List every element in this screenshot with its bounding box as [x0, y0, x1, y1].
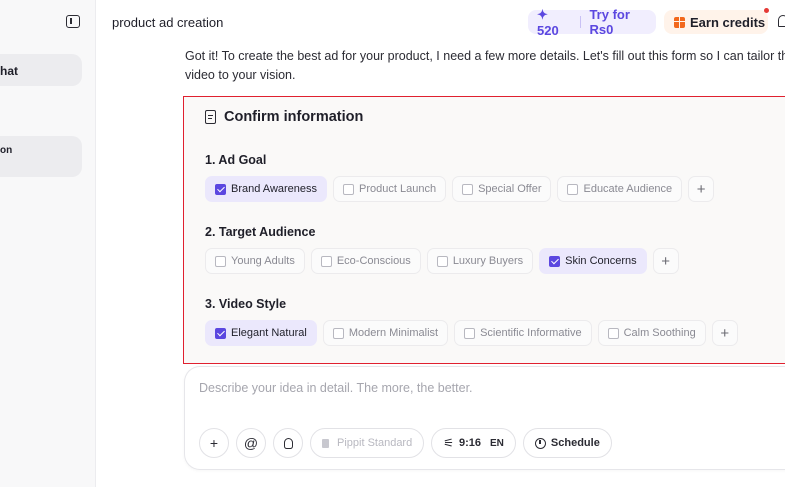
lightbulb-icon: [283, 437, 293, 449]
options-ad-goal: Brand Awareness Product Launch Special O…: [205, 176, 715, 202]
sidebar-item-session[interactable]: on: [0, 136, 82, 177]
sliders-icon: ⚟: [443, 436, 454, 450]
divider: [580, 16, 582, 28]
checkbox-icon: [607, 327, 619, 339]
settings-button[interactable]: ⚟ 9:16 EN: [431, 428, 516, 458]
option-educate-audience[interactable]: Educate Audience: [557, 176, 683, 202]
checkbox-icon: [320, 255, 332, 267]
model-selector[interactable]: Pippit Standard: [310, 428, 425, 458]
option-label: Modern Minimalist: [348, 327, 439, 339]
language-label: EN: [490, 437, 504, 449]
add-option-button[interactable]: +: [688, 176, 715, 202]
option-young-adults[interactable]: Young Adults: [205, 248, 305, 274]
option-label: Calm Soothing: [623, 327, 696, 339]
section-title-ad-goal: 1. Ad Goal: [205, 153, 267, 167]
option-label: Skin Concerns: [565, 255, 637, 267]
ratio-label: 9:16: [458, 437, 482, 449]
earn-credits-label: Earn credits: [690, 14, 766, 30]
checkbox-checked-icon: [215, 183, 226, 195]
sidebar-item-label: hat: [0, 64, 18, 78]
prompt-input-placeholder[interactable]: Describe your idea in detail. The more, …: [199, 381, 473, 395]
checkbox-icon: [215, 255, 226, 267]
option-product-launch[interactable]: Product Launch: [333, 176, 447, 202]
gift-icon: [674, 16, 685, 28]
lock-icon: [322, 438, 329, 448]
page-title: product ad creation: [112, 15, 224, 30]
confirm-form: Confirm information 1. Ad Goal Brand Awa…: [183, 96, 785, 364]
option-label: Scientific Informative: [480, 327, 582, 339]
option-calm-soothing[interactable]: Calm Soothing: [597, 320, 706, 346]
assistant-message: Got it! To create the best ad for your p…: [185, 49, 785, 82]
checkbox-checked-icon: [549, 255, 561, 267]
option-eco-conscious[interactable]: Eco-Conscious: [310, 248, 421, 274]
option-special-offer[interactable]: Special Offer: [452, 176, 552, 202]
options-target-audience: Young Adults Eco-Conscious Luxury Buyers…: [205, 248, 679, 274]
document-edit-icon: [205, 110, 216, 124]
options-video-style: Elegant Natural Modern Minimalist Scient…: [205, 320, 738, 346]
prompt-composer[interactable]: Describe your idea in detail. The more, …: [184, 366, 785, 470]
option-label: Young Adults: [231, 255, 295, 267]
option-label: Product Launch: [359, 183, 437, 195]
option-modern-minimalist[interactable]: Modern Minimalist: [322, 320, 449, 346]
composer-toolbar: + @ Pippit Standard ⚟ 9:16 EN Schedule: [199, 428, 612, 458]
sidebar-item-label: on: [0, 145, 13, 156]
bell-icon[interactable]: [778, 15, 785, 27]
sidebar-item-chat[interactable]: hat: [0, 54, 82, 86]
schedule-label: Schedule: [550, 437, 600, 449]
form-title: Confirm information: [224, 109, 364, 125]
option-skin-concerns[interactable]: Skin Concerns: [539, 248, 647, 274]
option-label: Brand Awareness: [231, 183, 318, 195]
option-label: Luxury Buyers: [452, 255, 524, 267]
add-option-button[interactable]: +: [652, 248, 679, 274]
notification-dot: [764, 8, 769, 13]
clock-icon: [534, 437, 546, 449]
schedule-button[interactable]: Schedule: [522, 428, 612, 458]
option-label: Eco-Conscious: [336, 255, 411, 267]
option-brand-awareness[interactable]: Brand Awareness: [205, 176, 328, 202]
try-link[interactable]: Try for Rs0: [589, 7, 656, 37]
inspiration-button[interactable]: [273, 428, 303, 458]
earn-credits-button[interactable]: Earn credits: [664, 10, 768, 34]
option-elegant-natural[interactable]: Elegant Natural: [205, 320, 317, 346]
checkbox-icon: [462, 183, 474, 195]
section-title-target-audience: 2. Target Audience: [205, 225, 316, 239]
option-label: Educate Audience: [583, 183, 673, 195]
checkbox-icon: [332, 327, 344, 339]
add-option-button[interactable]: +: [711, 320, 738, 346]
sidebar-toggle-icon[interactable]: [66, 15, 80, 28]
section-title-video-style: 3. Video Style: [205, 297, 287, 311]
checkbox-icon: [464, 327, 476, 339]
checkbox-icon: [436, 255, 448, 267]
option-luxury-buyers[interactable]: Luxury Buyers: [426, 248, 534, 274]
mention-button[interactable]: @: [236, 428, 266, 458]
credits-count: ✦ 520: [537, 6, 559, 38]
credits-pill[interactable]: ✦ 520 Try for Rs0: [528, 7, 656, 38]
checkbox-icon: [567, 183, 579, 195]
option-label: Elegant Natural: [231, 327, 307, 339]
checkbox-icon: [343, 183, 355, 195]
sidebar: hat on: [0, 0, 96, 487]
checkbox-checked-icon: [215, 327, 226, 339]
model-label: Pippit Standard: [337, 437, 413, 449]
option-label: Special Offer: [478, 183, 542, 195]
attach-plus-button[interactable]: +: [199, 428, 229, 458]
option-scientific-informative[interactable]: Scientific Informative: [454, 320, 592, 346]
form-header: Confirm information: [205, 109, 363, 125]
